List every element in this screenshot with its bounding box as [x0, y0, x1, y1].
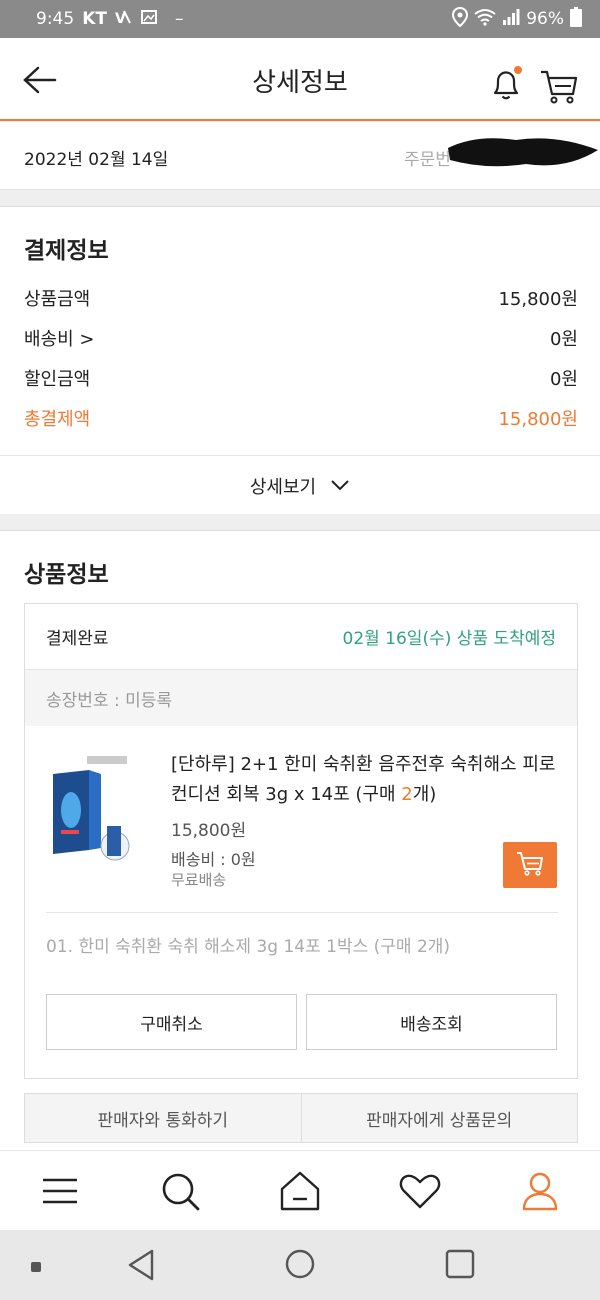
invoice-number: 송장번호 : 미등록	[25, 670, 577, 726]
order-status: 결제완료	[46, 629, 109, 649]
redaction-mark	[448, 138, 598, 167]
app-header: 상세정보	[0, 38, 600, 121]
payment-title: 결제정보	[24, 238, 109, 264]
pay-value: 0원	[549, 329, 578, 350]
volte-icon: V	[115, 9, 133, 30]
pay-label: 총결제액	[24, 409, 91, 430]
status-time: 9:45	[36, 9, 75, 29]
pay-label[interactable]: 배송비 >	[24, 325, 94, 351]
product-thumbnail[interactable]	[49, 750, 135, 866]
product-name-main: [단하루] 2+1 한미 숙취환 음주전후 숙취해소 피로컨디션 회복 3g x…	[171, 754, 556, 805]
cancel-purchase-button[interactable]: 구매취소	[46, 994, 297, 1050]
product-shipping: 배송비 : 0원	[171, 850, 256, 869]
detail-view-button[interactable]: 상세보기	[0, 455, 600, 515]
pay-row-total: 총결제액 15,800원	[24, 405, 578, 431]
payment-section: 결제정보 상품금액 15,800원 배송비 > 0원 할인금액 0원 총결제액 …	[0, 206, 600, 514]
image-notification-icon	[140, 9, 159, 30]
order-number-label: 주문번	[404, 150, 451, 170]
home-icon[interactable]	[278, 1169, 322, 1213]
free-shipping: 무료배송	[171, 871, 227, 889]
dot-icon	[30, 1258, 42, 1277]
pay-label: 할인금액	[24, 369, 91, 390]
location-icon	[452, 6, 469, 32]
battery-icon	[570, 6, 582, 32]
wifi-icon	[474, 8, 496, 31]
pay-value: 15,800원	[498, 289, 578, 310]
system-home-icon[interactable]	[284, 1248, 316, 1284]
order-date: 2022년 02월 14일	[24, 150, 169, 170]
menu-icon[interactable]	[38, 1169, 82, 1213]
product-price: 15,800원	[171, 821, 247, 841]
seller-actions: 판매자와 통화하기 판매자에게 상품문의	[24, 1093, 578, 1143]
divider	[46, 912, 558, 913]
status-bar: 9:45 KT V – 96%	[0, 0, 600, 38]
pay-row-discount: 할인금액 0원	[24, 365, 578, 391]
cart-icon[interactable]	[538, 66, 580, 106]
notification-dot	[514, 66, 522, 74]
pay-row-product-amount: 상품금액 15,800원	[24, 285, 578, 311]
cart-icon	[515, 849, 545, 881]
product-name-suffix: 개)	[412, 784, 437, 805]
track-delivery-button[interactable]: 배송조회	[306, 994, 557, 1050]
order-item-card: 결제완료 02월 16일(수) 상품 도착예정 송장번호 : 미등록 [단하루]…	[24, 603, 578, 1079]
search-icon[interactable]	[158, 1169, 202, 1213]
pay-value: 0원	[549, 369, 578, 390]
detail-view-label: 상세보기	[249, 476, 317, 498]
product-name[interactable]: [단하루] 2+1 한미 숙취환 음주전후 숙취해소 피로컨디션 회복 3g x…	[171, 750, 561, 810]
order-info-row: 2022년 02월 14일 주문번	[0, 122, 600, 190]
product-option: 01. 한미 숙취환 숙취 해소제 3g 14포 1박스 (구매 2개)	[46, 937, 451, 957]
status-dash: –	[174, 9, 184, 29]
ask-seller-button[interactable]: 판매자에게 상품문의	[300, 1094, 578, 1142]
user-icon[interactable]	[518, 1169, 562, 1213]
call-seller-button[interactable]: 판매자와 통화하기	[25, 1094, 301, 1142]
system-back-icon[interactable]	[126, 1248, 156, 1286]
bell-icon[interactable]	[486, 64, 526, 104]
pay-label: 상품금액	[24, 289, 91, 310]
product-section: 상품정보 결제완료 02월 16일(수) 상품 도착예정 송장번호 : 미등록 …	[0, 530, 600, 1150]
system-recents-icon[interactable]	[444, 1248, 476, 1284]
system-navigation-bar	[0, 1230, 600, 1300]
add-to-cart-button[interactable]	[503, 842, 557, 888]
pay-row-shipping[interactable]: 배송비 > 0원	[24, 325, 578, 351]
signal-icon	[502, 8, 520, 30]
chevron-down-icon	[330, 475, 350, 496]
status-carrier: KT	[82, 9, 107, 29]
product-title: 상품정보	[24, 562, 109, 588]
arrival-eta: 02월 16일(수) 상품 도착예정	[342, 629, 557, 649]
order-status-row: 결제완료 02월 16일(수) 상품 도착예정	[25, 604, 577, 670]
product-qty: 2	[401, 784, 413, 805]
battery-percent: 96%	[526, 9, 564, 29]
heart-icon[interactable]	[398, 1169, 442, 1213]
pay-value: 15,800원	[498, 409, 578, 430]
bottom-navigation	[0, 1150, 600, 1230]
